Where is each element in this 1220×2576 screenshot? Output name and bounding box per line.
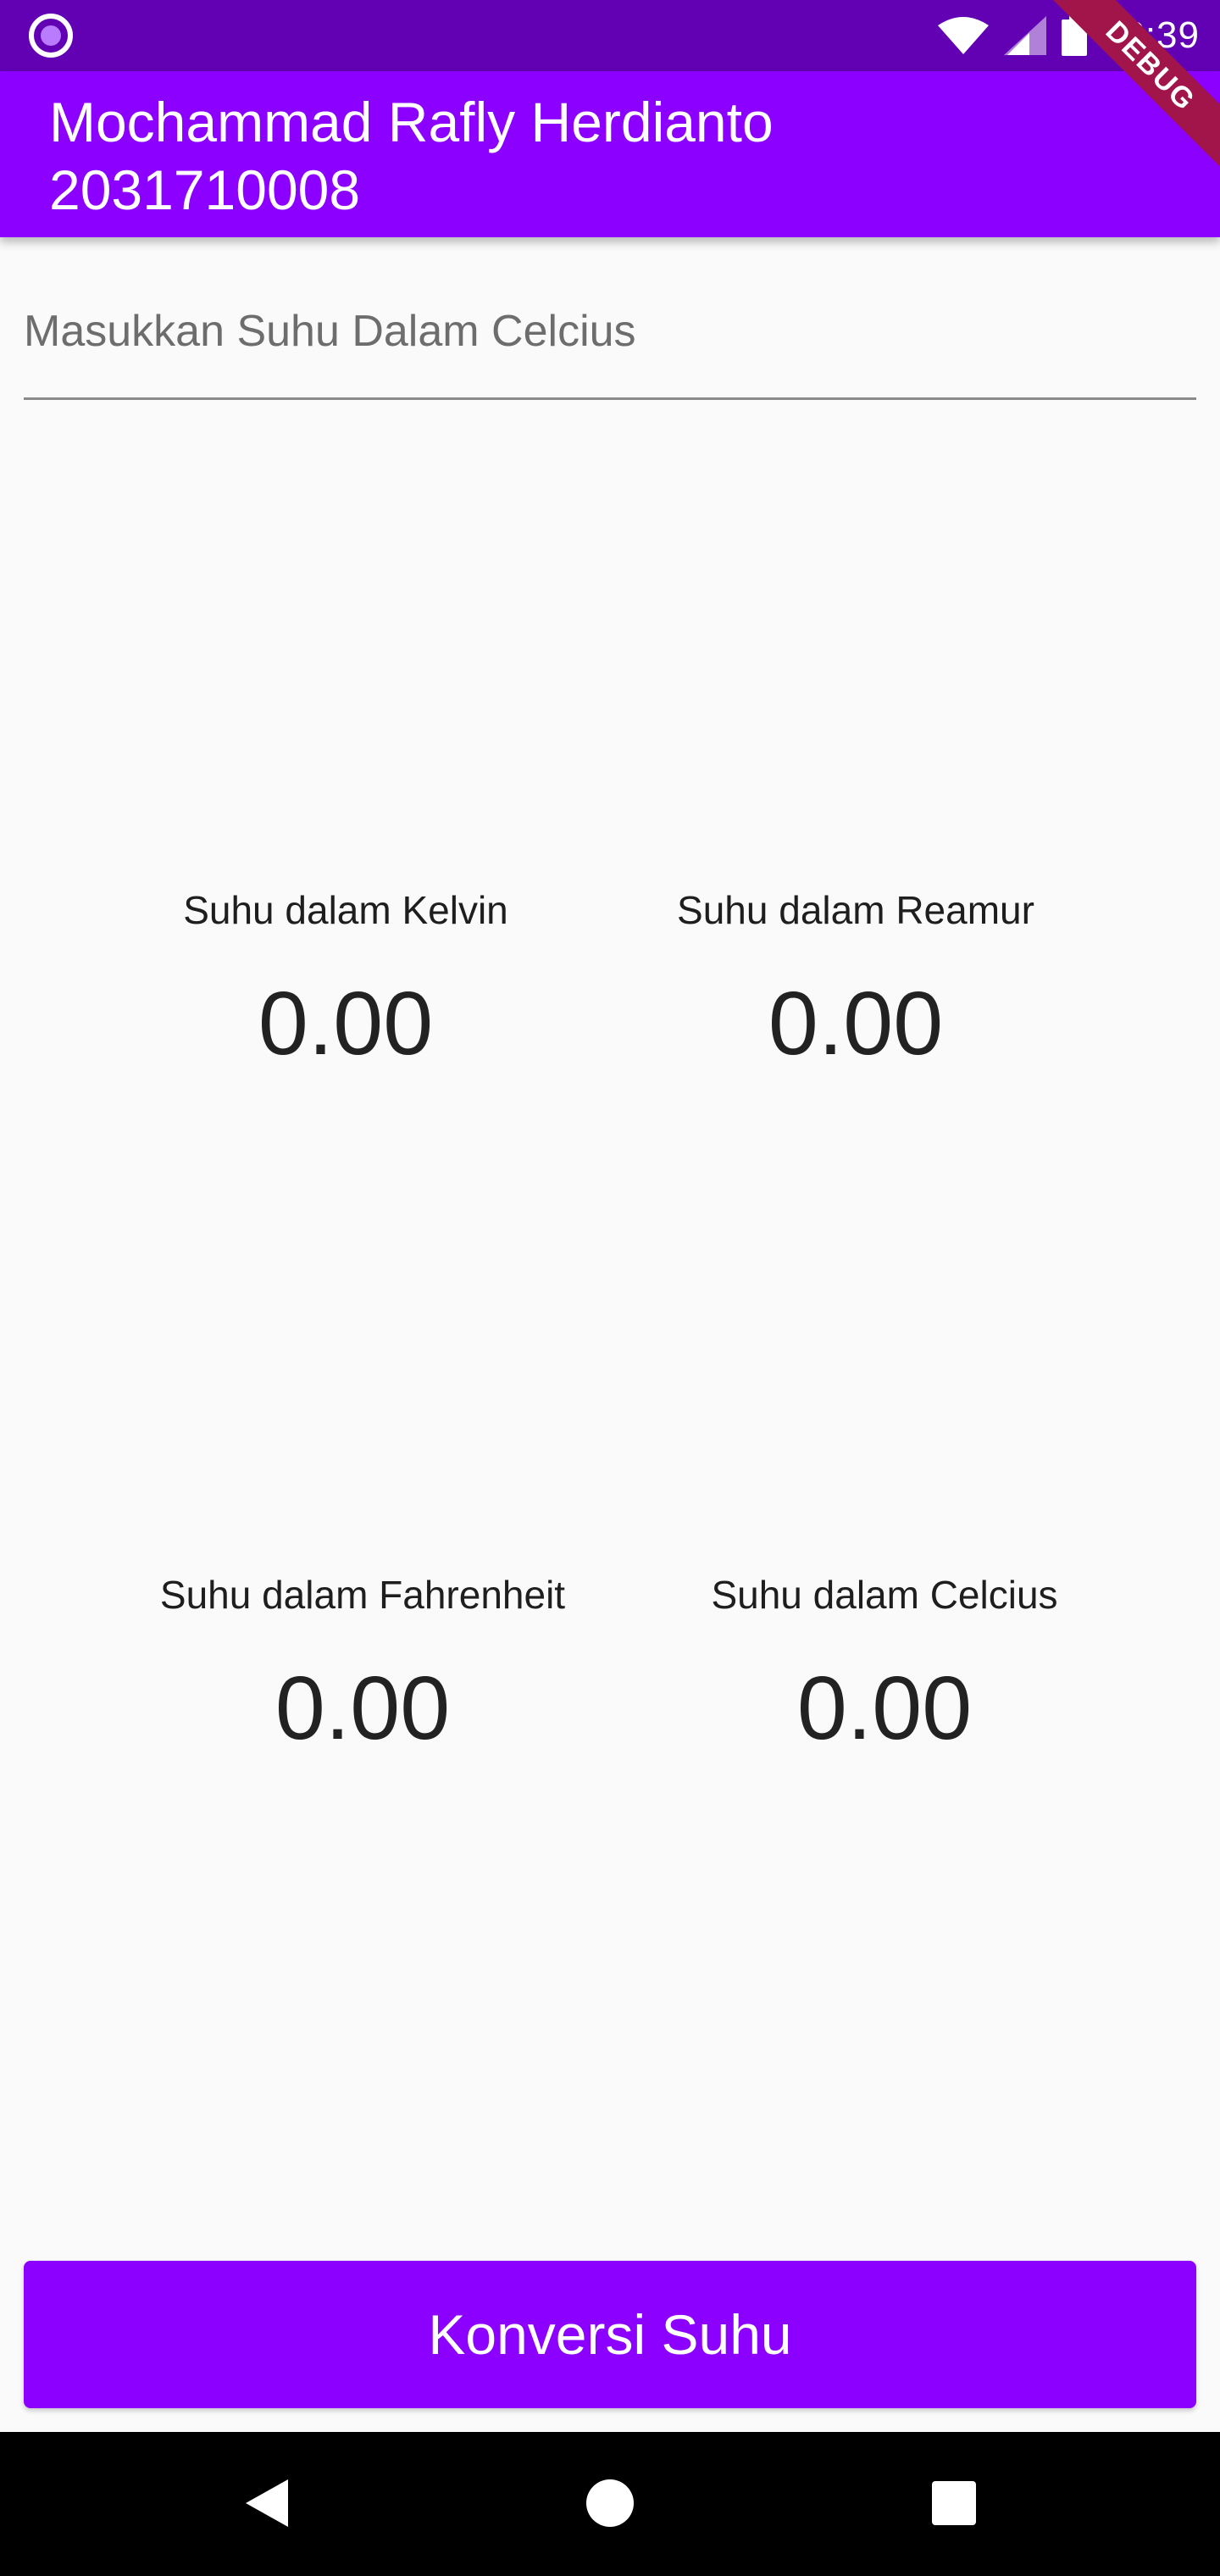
kelvin-label: Suhu dalam Kelvin: [183, 888, 508, 932]
celsius-label: Suhu dalam Celcius: [711, 1573, 1058, 1617]
app-bar: Mochammad Rafly Herdianto 2031710008: [0, 71, 1220, 237]
convert-button[interactable]: Konversi Suhu: [24, 2261, 1196, 2408]
app-title: Mochammad Rafly Herdianto 2031710008: [49, 91, 774, 221]
fahrenheit-label: Suhu dalam Fahrenheit: [159, 1573, 566, 1617]
home-icon[interactable]: [586, 2479, 634, 2527]
fahrenheit-value: 0.00: [274, 1658, 451, 1758]
navigation-bar: [0, 2432, 1220, 2576]
reamur-label: Suhu dalam Reamur: [677, 888, 1034, 932]
kelvin-result: Suhu dalam Kelvin 0.00: [92, 885, 600, 1074]
status-icons: 12:39: [937, 0, 1200, 71]
reamur-result: Suhu dalam Reamur 0.00: [602, 885, 1110, 1074]
reamur-value: 0.00: [768, 974, 944, 1074]
kelvin-value: 0.00: [258, 974, 434, 1074]
celsius-input[interactable]: [24, 288, 1196, 400]
battery-icon: [1061, 15, 1087, 56]
back-icon[interactable]: [246, 2479, 288, 2527]
celsius-value: 0.00: [796, 1658, 973, 1758]
fahrenheit-result: Suhu dalam Fahrenheit 0.00: [108, 1569, 617, 1759]
celsius-result: Suhu dalam Celcius 0.00: [630, 1569, 1139, 1759]
status-time: 12:39: [1101, 14, 1200, 56]
wifi-icon: [937, 17, 989, 54]
recents-icon[interactable]: [932, 2481, 976, 2525]
celsius-input-field[interactable]: [24, 288, 1196, 403]
app-notification-icon: [29, 14, 73, 58]
status-bar: 12:39: [0, 0, 1220, 71]
cell-signal-icon: [1003, 16, 1046, 55]
